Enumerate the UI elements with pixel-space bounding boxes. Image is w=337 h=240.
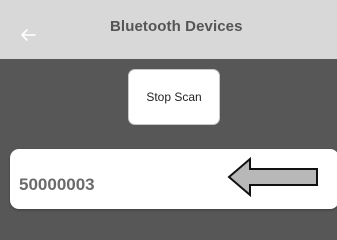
device-name: 50000003 (19, 175, 95, 194)
back-arrow-icon[interactable] (20, 27, 36, 43)
page-title: Bluetooth Devices (110, 18, 243, 35)
left-arrow-indicator-icon (227, 156, 318, 198)
stop-scan-button[interactable]: Stop Scan (128, 69, 220, 125)
app-bar: Bluetooth Devices (0, 0, 337, 59)
